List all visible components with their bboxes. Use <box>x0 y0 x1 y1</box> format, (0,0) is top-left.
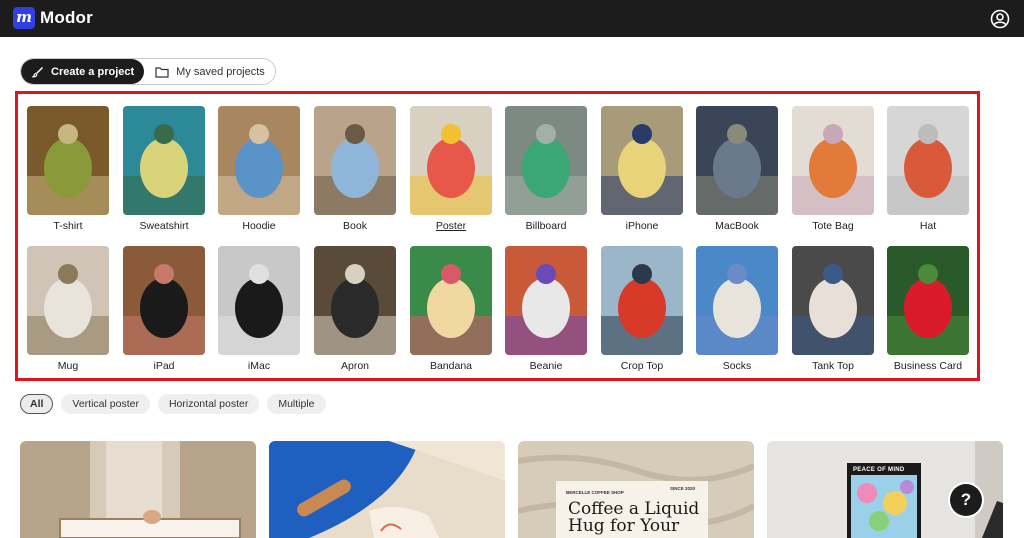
template-card-1-image <box>20 441 256 538</box>
product-thumbnail <box>792 246 874 355</box>
template-card-3[interactable]: BERCELLE COFFEE SHOP SINCE 2020 Coffee a… <box>518 441 754 538</box>
tab-create-project[interactable]: Create a project <box>21 59 145 84</box>
product-tile-iphone[interactable]: iPhone <box>601 106 683 232</box>
product-thumbnail <box>887 106 969 215</box>
product-label: MacBook <box>715 220 759 232</box>
product-thumbnail <box>218 106 300 215</box>
product-tile-beanie[interactable]: Beanie <box>505 246 587 372</box>
app-name[interactable]: Modor <box>40 8 93 28</box>
product-label: iPhone <box>625 220 659 232</box>
product-tile-hoodie[interactable]: Hoodie <box>218 106 300 232</box>
product-tile-t-shirt[interactable]: T-shirt <box>27 106 109 232</box>
product-tile-mug[interactable]: Mug <box>27 246 109 372</box>
product-tile-tank-top[interactable]: Tank Top <box>792 246 874 372</box>
product-thumbnail <box>601 106 683 215</box>
tab-saved-projects[interactable]: My saved projects <box>144 59 275 84</box>
product-tile-crop-top[interactable]: Crop Top <box>601 246 683 372</box>
tab-saved-projects-label: My saved projects <box>176 65 265 78</box>
filter-vertical-poster[interactable]: Vertical poster <box>61 394 150 414</box>
product-thumbnail <box>887 246 969 355</box>
product-tile-sweatshirt[interactable]: Sweatshirt <box>123 106 205 232</box>
product-label: Socks <box>722 360 752 372</box>
product-thumbnail <box>505 106 587 215</box>
card-3-small-top: BERCELLE COFFEE SHOP <box>566 490 624 495</box>
product-thumbnail <box>696 106 778 215</box>
template-card-2-image <box>269 441 505 538</box>
brush-icon <box>32 66 44 77</box>
product-label: Crop Top <box>620 360 664 372</box>
product-tile-poster[interactable]: Poster <box>410 106 492 232</box>
product-thumbnail <box>27 106 109 215</box>
product-tile-apron[interactable]: Apron <box>314 246 396 372</box>
product-thumbnail <box>792 106 874 215</box>
product-tile-macbook[interactable]: MacBook <box>696 106 778 232</box>
product-label: Business Card <box>893 360 963 372</box>
project-tabs: Create a project My saved projects <box>20 58 276 85</box>
product-thumbnail <box>410 106 492 215</box>
product-thumbnail <box>123 106 205 215</box>
product-tile-bandana[interactable]: Bandana <box>410 246 492 372</box>
product-label: Tote Bag <box>812 220 854 232</box>
product-label: iPad <box>153 360 175 372</box>
product-thumbnail <box>696 246 778 355</box>
product-thumbnail <box>218 246 300 355</box>
product-label: Mug <box>57 360 79 372</box>
top-bar: m Modor <box>0 0 1024 37</box>
template-card-1[interactable] <box>20 441 256 538</box>
filter-chips: All Vertical poster Horizontal poster Mu… <box>20 394 326 414</box>
card-3-caption: Coffee a Liquid Hug for Your <box>568 499 700 536</box>
template-card-2[interactable] <box>269 441 505 538</box>
product-tile-billboard[interactable]: Billboard <box>505 106 587 232</box>
product-label: Hoodie <box>242 220 276 232</box>
filter-all[interactable]: All <box>20 394 54 414</box>
product-tile-ipad[interactable]: iPad <box>123 246 205 372</box>
product-label: Tank Top <box>812 360 854 372</box>
product-label: Apron <box>340 360 370 372</box>
account-icon[interactable] <box>990 9 1010 29</box>
tab-create-project-label: Create a project <box>51 65 135 78</box>
filter-multiple[interactable]: Multiple <box>267 394 326 414</box>
product-label: Beanie <box>529 360 563 372</box>
product-tile-imac[interactable]: iMac <box>218 246 300 372</box>
product-label: Hat <box>919 220 937 232</box>
product-label: iMac <box>247 360 271 372</box>
product-label: Book <box>343 220 367 232</box>
help-button[interactable]: ? <box>950 484 982 516</box>
product-thumbnail <box>410 246 492 355</box>
product-thumbnail <box>505 246 587 355</box>
product-label: T-shirt <box>53 220 83 232</box>
filter-horizontal-poster[interactable]: Horizontal poster <box>157 394 260 414</box>
folder-icon <box>155 66 169 78</box>
card-3-small-right: SINCE 2020 <box>670 486 696 491</box>
product-thumbnail <box>27 246 109 355</box>
product-tile-book[interactable]: Book <box>314 106 396 232</box>
product-tile-business-card[interactable]: Business Card <box>887 246 969 372</box>
product-label: Sweatshirt <box>139 220 189 232</box>
card-4-caption: PEACE OF MIND <box>853 467 905 473</box>
product-thumbnail <box>314 106 396 215</box>
logo-icon[interactable]: m <box>13 7 35 29</box>
product-thumbnail <box>601 246 683 355</box>
product-tile-socks[interactable]: Socks <box>696 246 778 372</box>
product-label: Poster <box>435 220 467 232</box>
product-tile-hat[interactable]: Hat <box>887 106 969 232</box>
product-label: Bandana <box>429 360 473 372</box>
product-thumbnail <box>314 246 396 355</box>
product-tile-tote-bag[interactable]: Tote Bag <box>792 106 874 232</box>
product-label: Billboard <box>525 220 567 232</box>
product-thumbnail <box>123 246 205 355</box>
